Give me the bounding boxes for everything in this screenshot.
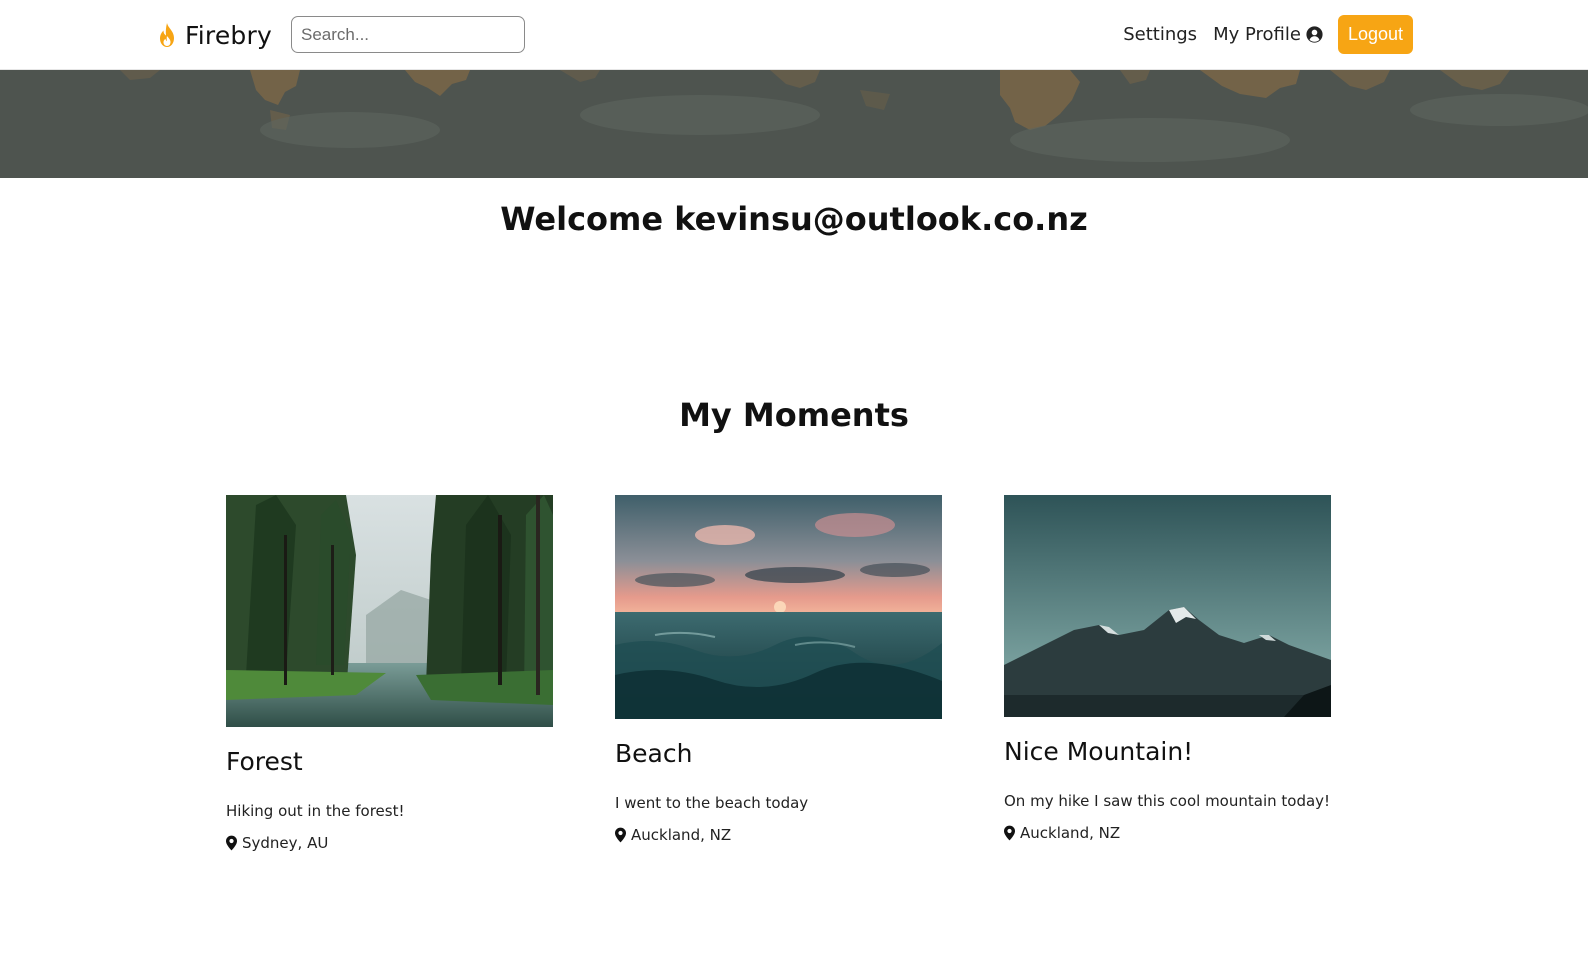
logout-button[interactable]: Logout	[1337, 15, 1413, 54]
brand-link[interactable]: Firebry	[155, 18, 272, 52]
welcome-heading: Welcome kevinsu@outlook.co.nz	[500, 200, 1088, 238]
mountain-photo[interactable]	[1004, 495, 1331, 717]
my-moments-title: My Moments	[679, 396, 909, 434]
moment-title: Nice Mountain!	[1004, 737, 1194, 766]
search-input[interactable]	[291, 16, 525, 53]
moment-card[interactable]: Nice Mountain! On my hike I saw this coo…	[1004, 495, 1331, 842]
moment-location: Auckland, NZ	[1004, 824, 1331, 842]
my-profile-label: My Profile	[1213, 24, 1301, 45]
map-pin-icon	[1004, 825, 1015, 841]
moment-card[interactable]: Beach I went to the beach today Auckland…	[615, 495, 942, 844]
moment-title: Beach	[615, 739, 693, 768]
map-pin-icon	[615, 827, 626, 843]
flame-icon	[160, 23, 174, 47]
map-pin-icon	[226, 835, 237, 851]
nav-actions: Settings My Profile Logout	[1123, 15, 1413, 54]
moment-location-text: Sydney, AU	[242, 834, 329, 852]
moment-location: Auckland, NZ	[615, 826, 942, 844]
moment-location-text: Auckland, NZ	[631, 826, 732, 844]
moment-description: Hiking out in the forest!	[226, 802, 405, 820]
beach-photo[interactable]	[615, 495, 942, 719]
settings-link[interactable]: Settings	[1123, 24, 1197, 45]
hero-banner-image	[0, 70, 1588, 178]
moment-location: Sydney, AU	[226, 834, 553, 852]
moment-description: On my hike I saw this cool mountain toda…	[1004, 792, 1331, 810]
moment-description: I went to the beach today	[615, 794, 809, 812]
forest-photo[interactable]	[226, 495, 553, 727]
moment-location-text: Auckland, NZ	[1020, 824, 1121, 842]
moment-card[interactable]: Forest Hiking out in the forest! Sydney,…	[226, 495, 553, 852]
my-profile-link[interactable]: My Profile	[1213, 24, 1323, 45]
hero-banner	[0, 70, 1588, 178]
moment-title: Forest	[226, 747, 303, 776]
brand-name: Firebry	[185, 20, 272, 50]
user-circle-icon	[1306, 26, 1323, 43]
top-navbar: Firebry Settings My Profile Logout	[0, 0, 1588, 70]
